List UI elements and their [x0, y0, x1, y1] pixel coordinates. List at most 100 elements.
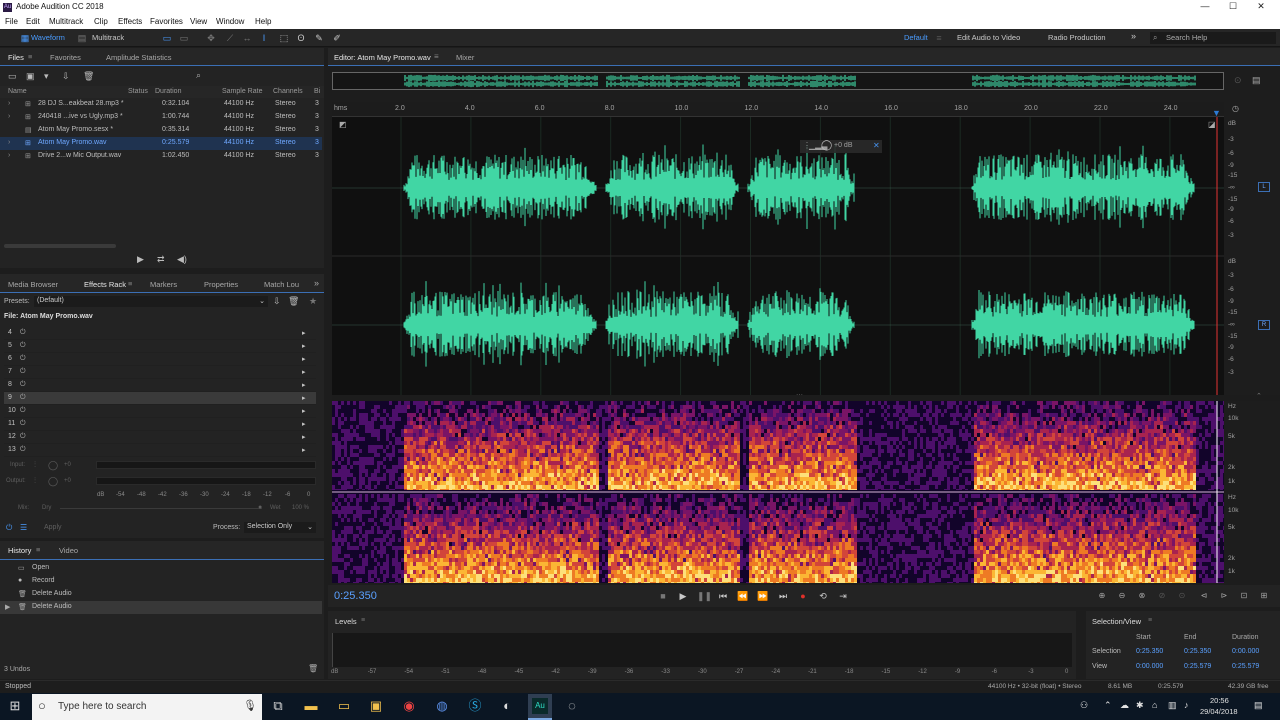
slot-menu-arrow-icon[interactable]: ▸ [302, 342, 306, 350]
expand-icon[interactable]: › [8, 113, 10, 120]
history-item[interactable]: 🗑 Delete Audio [0, 588, 322, 601]
maximize-button[interactable]: ☐ [1224, 1, 1242, 13]
effect-slot[interactable]: 5 ⏻ ▸ [4, 340, 316, 353]
rack-list-icon[interactable]: ☰ [20, 523, 27, 532]
slot-menu-arrow-icon[interactable]: ▸ [302, 420, 306, 428]
apply-button[interactable]: Apply [44, 524, 62, 531]
timecode-display-icon[interactable]: ◷ [1232, 104, 1239, 113]
clear-history-icon[interactable]: 🗑 [308, 664, 318, 673]
expand-icon[interactable]: › [8, 100, 10, 107]
tab-media-browser[interactable]: Media Browser [8, 280, 58, 289]
workspace-menu-icon[interactable]: ≡ [934, 33, 944, 43]
history-item[interactable]: ● Record [0, 575, 322, 588]
insert-into-multitrack-icon[interactable]: ⇩ [62, 71, 70, 82]
slot-menu-arrow-icon[interactable]: ▸ [302, 329, 306, 337]
tab-editor[interactable]: Editor: Atom May Promo.wav [334, 53, 431, 62]
col-duration[interactable]: Duration [155, 88, 181, 95]
tab-history[interactable]: History [8, 546, 31, 555]
effect-slot[interactable]: 11 ⏻ ▸ [4, 418, 316, 431]
close-button[interactable]: ✕ [1252, 1, 1270, 13]
tab-favorites[interactable]: Favorites [50, 53, 81, 62]
overview-bar[interactable] [332, 72, 1224, 90]
save-preset-icon[interactable]: ⇩ [273, 296, 281, 307]
workspace-radio-production[interactable]: Radio Production [1048, 33, 1106, 42]
effects-panel-menu-icon[interactable]: ≡ [128, 279, 132, 288]
time-selection-tool-icon[interactable]: I [259, 33, 269, 43]
power-icon[interactable]: ⏻ [20, 446, 26, 454]
preview-loop-icon[interactable]: ⇄ [157, 254, 165, 265]
slot-menu-arrow-icon[interactable]: ▸ [302, 433, 306, 441]
file-row-selected[interactable]: › ⊞ Atom May Promo.wav 0:25.579 44100 Hz… [0, 137, 322, 150]
power-icon[interactable]: ⏻ [20, 342, 26, 350]
menu-effects[interactable]: Effects [118, 17, 142, 26]
file-row[interactable]: › ⊞ 28 DJ S...eakbeat 28.mp3 * 0:32.104 … [0, 98, 322, 111]
menu-file[interactable]: File [5, 17, 18, 26]
menu-window[interactable]: Window [216, 17, 244, 26]
power-icon[interactable]: ⏻ [20, 329, 26, 337]
move-tool-icon[interactable]: ✥ [206, 33, 216, 43]
tab-video[interactable]: Video [59, 546, 78, 555]
tab-files[interactable]: Files [8, 53, 24, 62]
power-icon[interactable]: ⏻ [20, 381, 26, 389]
power-icon[interactable]: ⏻ [20, 394, 26, 402]
effect-slot[interactable]: 12 ⏻ ▸ [4, 431, 316, 444]
file-row[interactable]: › ⊞ Drive 2...w Mic Output.wav 1:02.450 … [0, 150, 322, 163]
history-item[interactable]: ▭ Open [0, 562, 322, 575]
spectral-view-icon[interactable]: ▭ [162, 33, 172, 43]
spectral-display[interactable] [332, 401, 1226, 586]
files-scrollbar[interactable] [4, 244, 116, 248]
mix-slider-handle[interactable]: ● [258, 504, 262, 511]
waveform-display[interactable] [332, 117, 1241, 395]
col-sample-rate[interactable]: Sample Rate [222, 88, 262, 95]
tab-mixer[interactable]: Mixer [456, 53, 474, 62]
import-file-icon[interactable]: ▣ [26, 71, 35, 82]
slip-tool-icon[interactable]: ↔ [242, 33, 252, 43]
mix-slider[interactable] [60, 508, 262, 509]
brush-tool-icon[interactable]: ✎ [314, 33, 324, 43]
fade-out-handle-icon[interactable]: ◪ [1208, 120, 1216, 129]
input-knob[interactable]: ◯ [48, 460, 58, 471]
expand-icon[interactable]: › [8, 152, 10, 159]
razor-tool-icon[interactable]: ⟋ [225, 33, 235, 43]
new-file-icon[interactable]: ▾ [44, 71, 49, 82]
output-knob[interactable]: ◯ [48, 476, 58, 487]
tab-amplitude-statistics[interactable]: Amplitude Statistics [106, 53, 171, 62]
menu-favorites[interactable]: Favorites [150, 17, 183, 26]
search-help-input[interactable]: ⌕ Search Help [1150, 32, 1276, 44]
history-item-current[interactable]: ▶ 🗑 Delete Audio [0, 601, 322, 614]
tab-match-loudness[interactable]: Match Lou [264, 280, 299, 289]
workspace-edit-audio-to-video[interactable]: Edit Audio to Video [957, 33, 1020, 42]
delete-preset-icon[interactable]: 🗑 [288, 296, 299, 307]
open-file-icon[interactable]: ▭ [8, 71, 17, 82]
hud-knob[interactable]: ◯ [821, 140, 832, 151]
pitch-view-icon[interactable]: ▭ [179, 33, 189, 43]
slot-menu-arrow-icon[interactable]: ▸ [302, 407, 306, 415]
favorite-star-icon[interactable]: ★ [309, 296, 317, 307]
channel-r-toggle[interactable]: R [1258, 320, 1270, 330]
slot-menu-arrow-icon[interactable]: ▸ [302, 368, 306, 376]
tab-effects-rack[interactable]: Effects Rack [84, 280, 126, 289]
filter-search-icon[interactable]: ⌕ [196, 70, 201, 81]
slot-menu-arrow-icon[interactable]: ▸ [302, 355, 306, 363]
menu-multitrack[interactable]: Multitrack [49, 17, 83, 26]
more-workspaces-button[interactable]: » [1131, 31, 1136, 41]
presets-dropdown[interactable]: (Default) ⌄ [34, 296, 268, 307]
close-file-icon[interactable]: 🗑 [83, 71, 94, 82]
menu-clip[interactable]: Clip [94, 17, 108, 26]
file-row[interactable]: ▤ Atom May Promo.sesx * 0:35.314 44100 H… [0, 124, 322, 137]
more-panels-button[interactable]: » [314, 278, 319, 288]
col-status[interactable]: Status [128, 88, 148, 95]
files-panel-menu-icon[interactable]: ≡ [28, 52, 32, 61]
col-channels[interactable]: Channels [273, 88, 303, 95]
menu-help[interactable]: Help [255, 17, 271, 26]
col-bits[interactable]: Bi [314, 88, 320, 95]
file-row[interactable]: › ⊞ 240418 ...ive vs Ugly.mp3 * 1:00.744… [0, 111, 322, 124]
power-icon[interactable]: ⏻ [20, 420, 26, 428]
zoom-reset-icon[interactable]: ⊙ [1234, 75, 1242, 86]
effect-slot[interactable]: 8 ⏻ ▸ [4, 379, 316, 392]
tab-properties[interactable]: Properties [204, 280, 238, 289]
menu-view[interactable]: View [190, 17, 207, 26]
spot-healing-tool-icon[interactable]: ✐ [332, 33, 342, 43]
expand-icon[interactable]: › [8, 139, 10, 146]
preview-autoplay-icon[interactable]: ◀) [177, 254, 187, 265]
